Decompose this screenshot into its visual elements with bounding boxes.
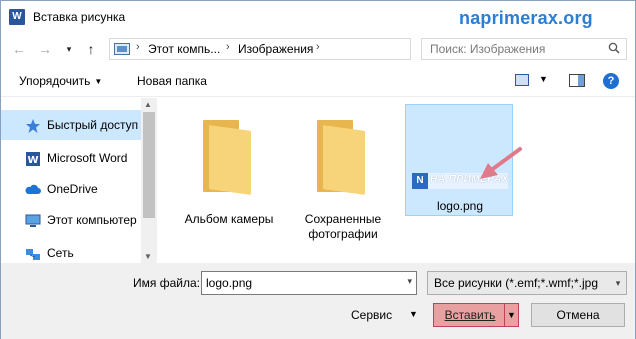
dialog-footer: Имя файла: logo.png ▾ Все рисунки (*.emf… bbox=[1, 263, 635, 339]
forward-arrow-icon[interactable]: → bbox=[35, 39, 55, 59]
scroll-up-icon[interactable]: ▲ bbox=[144, 100, 152, 109]
folder-icon bbox=[317, 120, 365, 195]
location-icon bbox=[114, 43, 130, 55]
insert-options-chevron-icon[interactable]: ▼ bbox=[504, 304, 518, 326]
cloud-icon bbox=[25, 184, 41, 194]
sidebar-item-label: Microsoft Word bbox=[47, 151, 128, 165]
file-item-saved-pictures[interactable]: Сохраненные фотографии bbox=[289, 106, 397, 241]
filename-value: logo.png bbox=[206, 276, 253, 290]
file-item-camera-roll[interactable]: Альбом камеры bbox=[175, 106, 283, 226]
search-input[interactable]: Поиск: Изображения bbox=[421, 38, 627, 60]
toolbar: Упорядочить ▼ Новая папка ▼ ? bbox=[1, 65, 635, 97]
help-icon[interactable]: ? bbox=[603, 73, 619, 89]
breadcrumb-this-pc[interactable]: Этот компь... bbox=[148, 42, 220, 56]
insert-picture-dialog: W Вставка рисунка naprimerax.org ← → ▾ ↑… bbox=[0, 0, 636, 339]
star-icon bbox=[26, 119, 40, 133]
address-bar[interactable]: › Этот компь... › Изображения › ▾ ↻ bbox=[109, 38, 512, 60]
navigation-pane: Быстрый доступ W Microsoft Word OneDrive… bbox=[1, 98, 157, 263]
sidebar-item-label: OneDrive bbox=[47, 182, 98, 196]
sidebar-item-onedrive[interactable]: OneDrive bbox=[1, 174, 141, 204]
title-bar: W Вставка рисунка naprimerax.org bbox=[1, 1, 635, 35]
sidebar-scrollbar[interactable]: ▲ ▼ bbox=[141, 98, 157, 263]
sidebar-item-microsoft-word[interactable]: W Microsoft Word bbox=[1, 143, 141, 173]
breadcrumb-separator: › bbox=[226, 41, 230, 53]
navigation-row: ← → ▾ ↑ › Этот компь... › Изображения › … bbox=[1, 35, 635, 63]
insert-label: Вставить bbox=[444, 308, 496, 322]
recent-locations-chevron-icon[interactable]: ▾ bbox=[59, 39, 79, 59]
sidebar-item-label: Сеть bbox=[47, 246, 74, 260]
search-icon bbox=[608, 42, 620, 54]
file-type-select[interactable]: Все рисунки (*.emf;*.wmf;*.jpg ▾ bbox=[427, 271, 627, 295]
word-icon: W bbox=[9, 9, 25, 25]
tools-chevron-icon[interactable]: ▼ bbox=[409, 309, 418, 319]
computer-icon bbox=[25, 214, 41, 227]
view-options-chevron-icon[interactable]: ▼ bbox=[539, 74, 548, 84]
scrollbar-thumb[interactable] bbox=[143, 112, 155, 218]
new-folder-button[interactable]: Новая папка bbox=[137, 74, 207, 88]
preview-pane-icon[interactable] bbox=[569, 74, 585, 87]
search-placeholder: Поиск: Изображения bbox=[430, 42, 546, 56]
sidebar-item-this-pc[interactable]: Этот компьютер bbox=[1, 205, 141, 235]
up-arrow-icon[interactable]: ↑ bbox=[81, 39, 101, 59]
window-title: Вставка рисунка bbox=[33, 10, 126, 24]
scroll-down-icon[interactable]: ▼ bbox=[144, 252, 152, 261]
breadcrumb-pictures[interactable]: Изображения bbox=[238, 42, 313, 56]
filename-label: Имя файла: bbox=[133, 276, 200, 290]
breadcrumb-separator: › bbox=[136, 41, 140, 53]
file-type-value: Все рисунки (*.emf;*.wmf;*.jpg bbox=[434, 276, 598, 290]
organize-button[interactable]: Упорядочить ▼ bbox=[19, 74, 102, 88]
chevron-down-icon[interactable]: ▾ bbox=[610, 272, 626, 294]
network-icon bbox=[26, 249, 40, 260]
watermark: naprimerax.org bbox=[459, 8, 593, 28]
chevron-down-icon: ▼ bbox=[94, 77, 103, 87]
file-name: logo.png bbox=[436, 199, 484, 213]
file-name-line-1: Сохраненные bbox=[304, 212, 382, 226]
back-arrow-icon[interactable]: ← bbox=[9, 39, 29, 59]
chevron-down-icon[interactable]: ▾ bbox=[407, 276, 412, 287]
sidebar-item-quick-access[interactable]: Быстрый доступ bbox=[1, 110, 141, 140]
file-item-logo-png[interactable]: N НА ПРИМЕРАХ logo.png bbox=[405, 104, 522, 216]
breadcrumb-separator: › bbox=[316, 41, 320, 53]
insert-button[interactable]: Вставить ▼ bbox=[433, 303, 519, 327]
organize-label: Упорядочить bbox=[19, 74, 91, 88]
filename-field[interactable]: logo.png ▾ bbox=[201, 271, 417, 295]
sidebar-item-label: Этот компьютер bbox=[47, 213, 137, 227]
file-list: Альбом камеры Сохраненные фотографии N Н… bbox=[159, 98, 635, 263]
word-icon: W bbox=[26, 152, 40, 166]
pointer-arrow-icon bbox=[480, 147, 522, 179]
logo-mark: N bbox=[412, 173, 428, 189]
svg-text:W: W bbox=[27, 155, 38, 166]
view-mode-icon[interactable] bbox=[515, 74, 529, 86]
tools-button[interactable]: Сервис bbox=[351, 308, 392, 322]
file-name: Альбом камеры bbox=[184, 212, 274, 226]
cancel-button[interactable]: Отмена bbox=[531, 303, 625, 327]
folder-icon bbox=[203, 120, 251, 195]
file-name-line-2: фотографии bbox=[308, 227, 378, 241]
sidebar-item-label: Быстрый доступ bbox=[47, 118, 139, 132]
